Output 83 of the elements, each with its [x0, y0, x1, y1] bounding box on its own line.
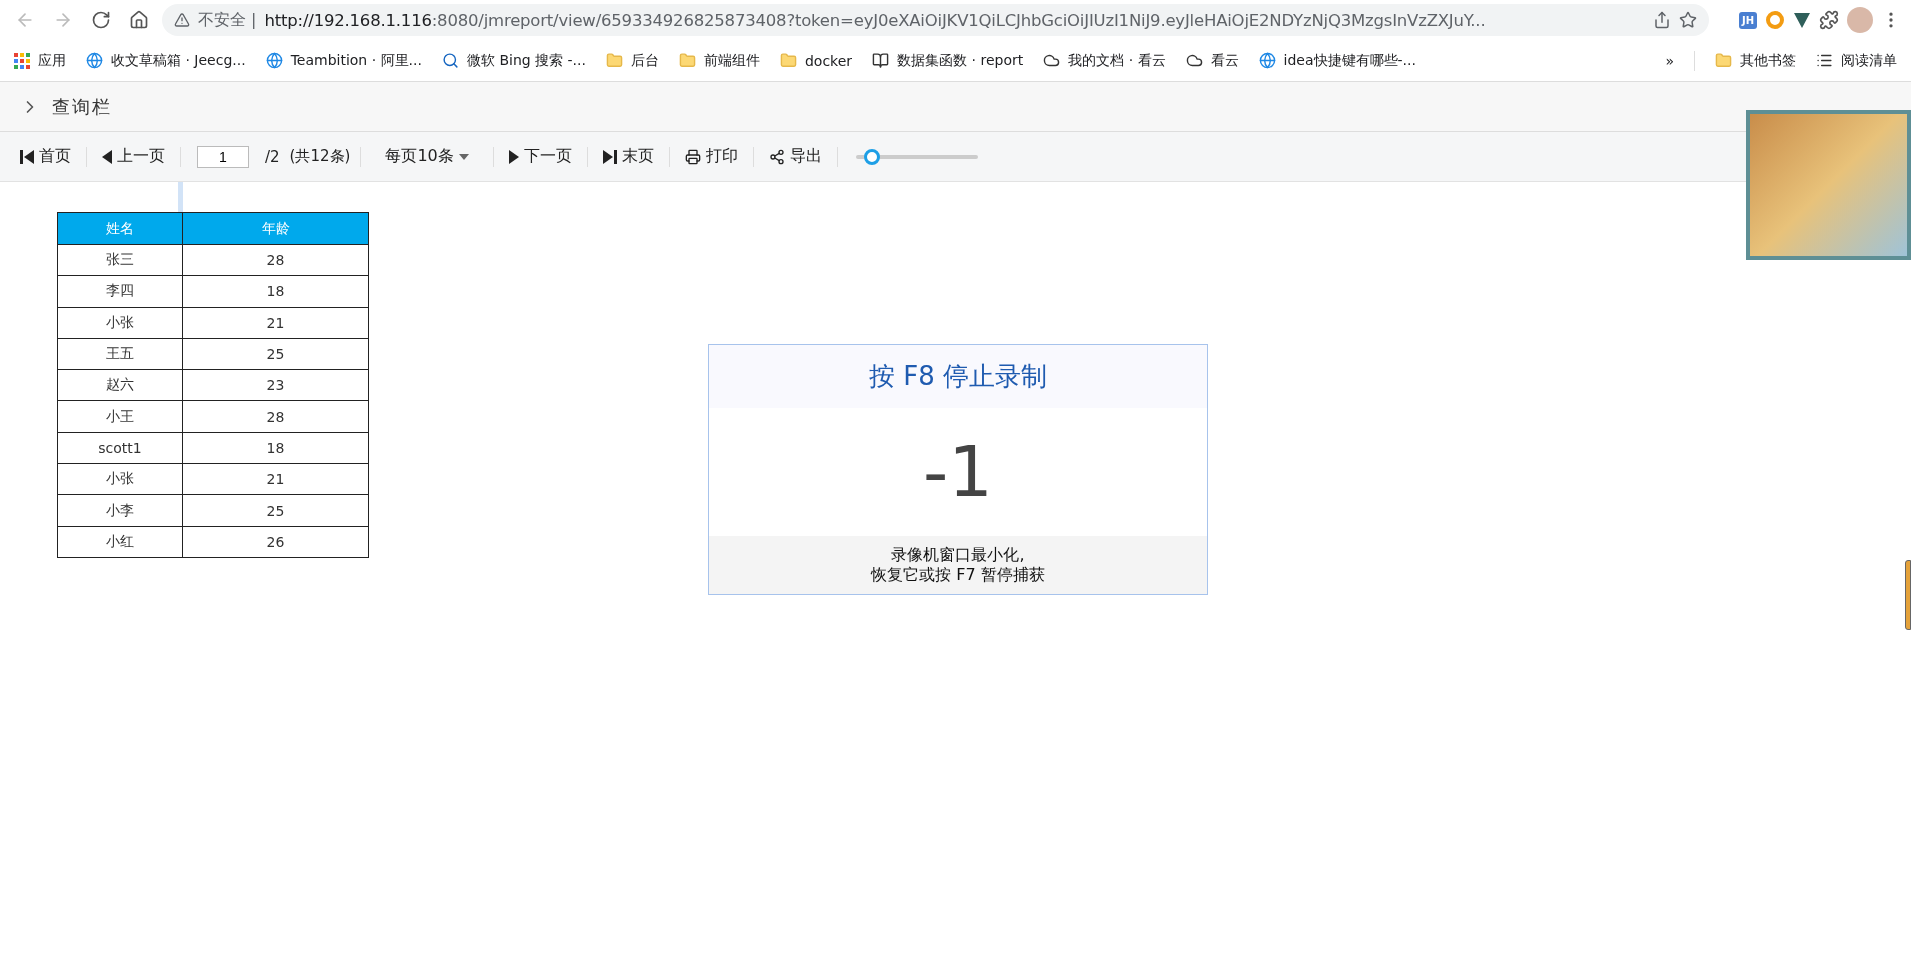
column-header: 姓名 — [57, 212, 183, 245]
table-cell: 王五 — [57, 338, 183, 370]
security-label: 不安全 | — [198, 9, 257, 31]
next-page-button[interactable]: 下一页 — [493, 146, 587, 167]
bookmark-item[interactable]: 看云 — [1185, 51, 1239, 70]
cloud-icon — [1185, 52, 1203, 69]
table-cell: 赵六 — [57, 369, 183, 401]
table-cell: 28 — [182, 244, 369, 276]
bookmark-item[interactable]: 数据集函数 · report — [872, 51, 1024, 70]
table-cell: 26 — [182, 526, 369, 558]
reload-icon — [91, 10, 111, 30]
caret-icon — [458, 153, 469, 160]
last-page-button[interactable]: 末页 — [587, 146, 669, 167]
site-icon — [86, 52, 103, 69]
table-cell: 小李 — [57, 494, 183, 527]
bookmark-item[interactable]: 微软 Bing 搜索 -... — [441, 51, 586, 70]
query-bar-title: 查询栏 — [52, 94, 112, 119]
bookmark-item[interactable]: 后台 — [605, 51, 659, 70]
extension-badge[interactable]: JH — [1738, 11, 1757, 29]
countdown-number: -1 — [922, 430, 994, 515]
first-page-button[interactable]: 首页 — [20, 146, 86, 167]
site-icon — [265, 52, 283, 69]
table-cell: 25 — [182, 338, 369, 370]
next-icon — [508, 149, 519, 164]
cloud-icon — [1043, 52, 1061, 69]
table-cell: 21 — [182, 307, 369, 339]
table-cell: 28 — [182, 401, 369, 433]
more-bookmarks-button[interactable]: » — [1665, 52, 1674, 69]
prev-page-button[interactable]: 上一页 — [87, 146, 180, 167]
table-cell: 小王 — [57, 401, 183, 433]
recorder-note: 录像机窗口最小化, — [891, 545, 1025, 565]
table-cell: 小红 — [57, 526, 183, 558]
site-icon — [1258, 52, 1276, 69]
list-icon — [1816, 52, 1833, 69]
column-resize-handle[interactable] — [178, 182, 183, 212]
url-text: http://192.168.1.116:8080/jmreport/view/659334926825873408?token=eyJ0eXAiOiJKV1QiLCJhbGciOiJIUzI1NiJ9.eyJleHAiOjE2NDYzNjQ3MzgsInVzZXJuY... — [264, 10, 1486, 30]
table-cell: 21 — [182, 463, 369, 495]
record-count: (共12条) — [289, 147, 351, 166]
home-icon — [129, 10, 149, 30]
v-extension-icon[interactable] — [1793, 11, 1811, 29]
page-size-dropdown[interactable]: 每页10条 — [361, 146, 493, 167]
printer-icon — [684, 148, 701, 165]
folder-icon — [678, 52, 696, 69]
print-button[interactable]: 打印 — [669, 146, 753, 167]
book-icon — [872, 52, 890, 69]
recorder-title: 按 F8 停止录制 — [709, 345, 1207, 408]
bookmark-item[interactable]: 其他书签 — [1715, 51, 1796, 70]
apps-grid-icon — [14, 52, 30, 69]
table-cell: 李四 — [57, 275, 183, 308]
recorder-note: 恢复它或按 F7 暂停捕获 — [871, 565, 1045, 585]
folder-icon — [605, 52, 623, 69]
table-cell: 张三 — [57, 244, 183, 276]
total-pages: /2 — [265, 147, 280, 166]
table-cell: 25 — [182, 494, 369, 527]
first-icon — [20, 149, 34, 164]
bookmark-item[interactable]: 应用 — [14, 51, 66, 70]
table-cell: 18 — [182, 432, 369, 464]
table-cell: 小张 — [57, 463, 183, 495]
bookmark-item[interactable]: 前端组件 — [678, 51, 760, 70]
warning-icon — [174, 12, 190, 28]
last-icon — [602, 149, 617, 164]
bookmark-item[interactable]: 收文草稿箱 · Jeecg... — [86, 51, 246, 70]
bookmark-item[interactable]: idea快捷键有哪些-... — [1258, 51, 1416, 70]
table-cell: 小张 — [57, 307, 183, 339]
table-cell: scott1 — [57, 432, 183, 464]
slider-thumb[interactable] — [863, 148, 880, 165]
folder-icon — [779, 52, 797, 69]
folder-icon — [1715, 52, 1732, 69]
extensions-icon[interactable] — [1819, 10, 1839, 30]
column-header: 年龄 — [182, 212, 369, 245]
page-input[interactable]: 1 — [197, 145, 249, 168]
bookmark-item[interactable]: Teambition · 阿里... — [265, 51, 422, 70]
address-bar[interactable]: 不安全 | http://192.168.1.116:8080/jmreport/view/659334926825873408?token=eyJ0eXAiOiJKV1QiLCJhbGciOiJIUzI1NiJ9.eyJleHAiOjE2NDYzNjQ3MzgsInVzZXJuY... — [162, 4, 1709, 36]
table-cell: 23 — [182, 369, 369, 401]
bookmark-item[interactable]: 阅读清单 — [1816, 51, 1897, 70]
export-button[interactable]: 导出 — [753, 146, 837, 167]
search-icon — [441, 52, 459, 69]
table-cell: 18 — [182, 275, 369, 308]
prev-icon — [102, 149, 112, 164]
bookmark-item[interactable]: 我的文档 · 看云 — [1043, 51, 1166, 70]
bookmark-star-icon[interactable] — [1678, 11, 1697, 29]
bookmark-item[interactable]: docker — [779, 52, 853, 69]
share-icon[interactable] — [1652, 11, 1671, 29]
